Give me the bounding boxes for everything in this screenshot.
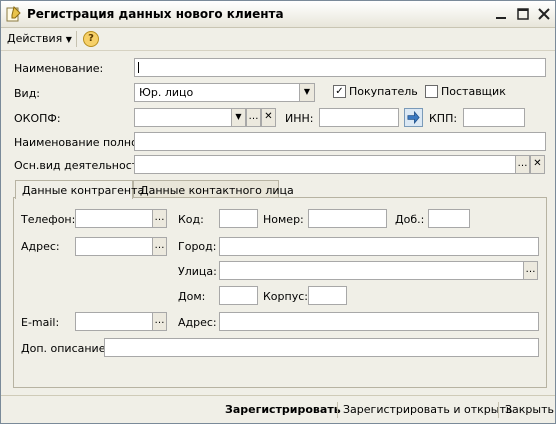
ext-label: Доб.: xyxy=(395,213,425,226)
toolbar: Действия ▼ ? xyxy=(1,28,555,51)
footer-separator xyxy=(337,402,338,418)
inn-check-button[interactable] xyxy=(404,108,423,127)
inn-label: ИНН: xyxy=(285,112,314,125)
kpp-label: КПП: xyxy=(429,112,458,125)
minimize-icon[interactable] xyxy=(493,6,509,22)
address2-field[interactable] xyxy=(219,312,539,331)
address-select-button[interactable]: … xyxy=(152,237,167,256)
city-field[interactable] xyxy=(219,237,539,256)
ext-field[interactable] xyxy=(428,209,470,228)
street-label: Улица: xyxy=(178,265,217,278)
close-button[interactable]: Закрыть xyxy=(505,403,554,416)
number-label: Номер: xyxy=(263,213,304,226)
form-icon xyxy=(6,6,21,22)
name-field[interactable] xyxy=(134,58,546,77)
clear-icon: ✕ xyxy=(264,111,273,122)
chevron-down-icon: ▼ xyxy=(235,112,242,121)
type-dropdown-button[interactable]: ▼ xyxy=(299,83,315,102)
street-field[interactable] xyxy=(219,261,524,280)
type-label: Вид: xyxy=(14,87,41,100)
ellipsis-icon: … xyxy=(517,158,528,169)
code-label: Код: xyxy=(178,213,204,226)
ellipsis-icon: … xyxy=(525,264,536,275)
city-label: Город: xyxy=(178,240,217,253)
maximize-icon[interactable] xyxy=(515,6,531,22)
dialog-window: Регистрация данных нового клиента Действ… xyxy=(0,0,556,424)
address-label: Адрес: xyxy=(21,240,60,253)
house-label: Дом: xyxy=(178,290,206,303)
register-open-button[interactable]: Зарегистрировать и открыть xyxy=(343,403,512,416)
help-button[interactable]: ? xyxy=(83,31,99,47)
chevron-down-icon: ▼ xyxy=(303,87,311,96)
footer-separator xyxy=(498,402,499,418)
house-field[interactable] xyxy=(219,286,258,305)
number-field[interactable] xyxy=(308,209,387,228)
phone-select-button[interactable]: … xyxy=(152,209,167,228)
phone-field[interactable] xyxy=(75,209,153,228)
register-button[interactable]: Зарегистрировать xyxy=(225,403,341,416)
extra-label: Доп. описание: xyxy=(21,342,110,355)
arrow-right-icon xyxy=(407,110,420,125)
okopf-clear-button[interactable]: ✕ xyxy=(261,108,276,127)
clear-icon: ✕ xyxy=(533,158,542,169)
activity-clear-button[interactable]: ✕ xyxy=(530,155,545,174)
okopf-dropdown-button[interactable]: ▼ xyxy=(231,108,246,127)
inn-field[interactable] xyxy=(319,108,399,127)
window-title: Регистрация данных нового клиента xyxy=(27,7,284,21)
email-field[interactable] xyxy=(75,312,153,331)
phone-label: Телефон: xyxy=(21,213,76,226)
address2-label: Адрес: xyxy=(178,316,217,329)
ellipsis-icon: … xyxy=(154,315,165,326)
kpp-field[interactable] xyxy=(463,108,525,127)
email-label: E-mail: xyxy=(21,316,60,329)
ellipsis-icon: … xyxy=(154,240,165,251)
activity-field[interactable] xyxy=(134,155,516,174)
ellipsis-icon: … xyxy=(248,111,259,122)
fullname-field[interactable] xyxy=(134,132,546,151)
toolbar-separator xyxy=(76,31,77,47)
close-icon[interactable] xyxy=(536,6,552,22)
type-select[interactable]: Юр. лицо xyxy=(134,83,300,102)
actions-label: Действия xyxy=(7,32,63,45)
building-field[interactable] xyxy=(308,286,347,305)
code-field[interactable] xyxy=(219,209,258,228)
fullname-label: Наименование полное: xyxy=(14,136,149,149)
activity-select-button[interactable]: … xyxy=(515,155,530,174)
supplier-label: Поставщик xyxy=(441,85,506,98)
email-select-button[interactable]: … xyxy=(152,312,167,331)
okopf-field[interactable] xyxy=(134,108,232,127)
okopf-label: ОКОПФ: xyxy=(14,112,61,125)
building-label: Корпус: xyxy=(263,290,308,303)
address-field[interactable] xyxy=(75,237,153,256)
name-label: Наименование: xyxy=(14,62,104,75)
tab-contractor[interactable]: Данные контрагента xyxy=(15,180,144,199)
tab-contact-person[interactable]: Данные контактного лица xyxy=(133,180,294,198)
buyer-label: Покупатель xyxy=(349,85,418,98)
chevron-down-icon: ▼ xyxy=(65,35,72,44)
actions-menu[interactable]: Действия ▼ xyxy=(7,32,72,45)
footer-bar: Зарегистрировать Зарегистрировать и откр… xyxy=(1,395,555,424)
title-bar: Регистрация данных нового клиента xyxy=(1,1,555,28)
text-cursor xyxy=(138,62,139,73)
okopf-select-button[interactable]: … xyxy=(246,108,261,127)
ellipsis-icon: … xyxy=(154,212,165,223)
activity-label: Осн.вид деятельности: xyxy=(14,159,150,172)
supplier-checkbox[interactable] xyxy=(425,85,438,98)
extra-field[interactable] xyxy=(104,338,539,357)
street-select-button[interactable]: … xyxy=(523,261,538,280)
buyer-checkbox[interactable]: ✓ xyxy=(333,85,346,98)
